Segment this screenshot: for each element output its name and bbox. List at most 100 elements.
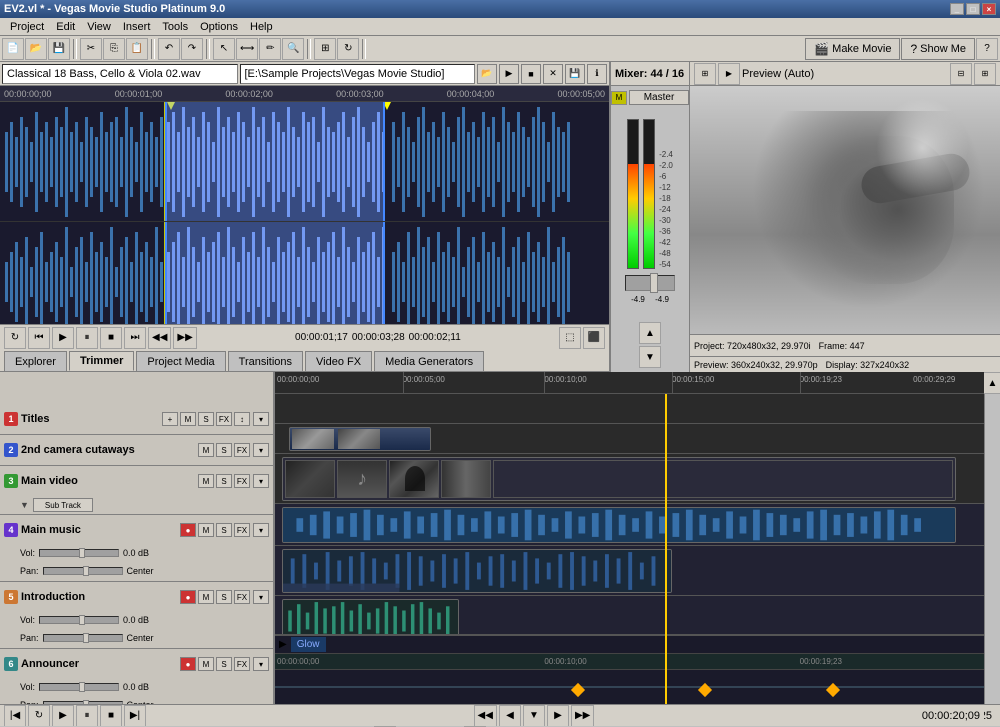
waveform-track-1[interactable] xyxy=(0,102,609,222)
bb-next[interactable]: ▶| xyxy=(124,705,146,727)
track-4-pan-slider[interactable] xyxy=(43,567,123,575)
track-2-menu[interactable]: ▾ xyxy=(253,443,269,457)
preview-full-btn[interactable]: ⊞ xyxy=(974,63,996,85)
file-close-btn[interactable]: ✕ xyxy=(543,64,563,84)
scroll-up-btn[interactable]: ▲ xyxy=(982,372,1000,394)
trim-mark-in[interactable]: ⬚ xyxy=(559,327,581,349)
nav-btn-1[interactable]: ◀◀ xyxy=(474,705,497,727)
track-5-menu[interactable]: ▾ xyxy=(253,590,269,604)
track-4-mute[interactable]: M xyxy=(198,523,214,537)
bb-pause[interactable]: ⏸ xyxy=(76,705,98,727)
project-path-input[interactable] xyxy=(240,64,476,84)
clip-3a[interactable]: ♪ xyxy=(282,457,956,501)
waveform-track-2[interactable] xyxy=(0,222,609,324)
track-6-solo[interactable]: S xyxy=(216,657,232,671)
help-button[interactable]: ? xyxy=(976,38,998,60)
tool-snap[interactable]: ⊞ xyxy=(314,38,336,60)
tab-video-fx[interactable]: Video FX xyxy=(305,351,372,371)
maximize-button[interactable]: □ xyxy=(966,3,980,15)
track-2-solo[interactable]: S xyxy=(216,443,232,457)
trim-prev-btn[interactable]: ⏮ xyxy=(28,327,50,349)
redo-button[interactable]: ↷ xyxy=(181,38,203,60)
window-controls[interactable]: _ □ × xyxy=(950,3,996,15)
track-6-menu[interactable]: ▾ xyxy=(253,657,269,671)
track-5-pan-slider[interactable] xyxy=(43,634,123,642)
tool-loop[interactable]: ↻ xyxy=(337,38,359,60)
trim-mark-out[interactable]: ⬛ xyxy=(583,327,605,349)
track-4-rec[interactable]: ● xyxy=(180,523,196,537)
track-5-mute[interactable]: M xyxy=(198,590,214,604)
file-play-btn[interactable]: ▶ xyxy=(499,64,519,84)
show-me-button[interactable]: ? Show Me xyxy=(901,38,975,60)
clip-5a[interactable] xyxy=(282,549,672,593)
trim-loop-btn[interactable]: ↻ xyxy=(4,327,26,349)
track-1-mute[interactable]: M xyxy=(180,412,196,426)
nav-btn-4[interactable]: ▶ xyxy=(547,705,569,727)
track-3-mute[interactable]: M xyxy=(198,474,214,488)
menu-insert[interactable]: Insert xyxy=(117,18,157,35)
copy-button[interactable]: ⎘ xyxy=(103,38,125,60)
bb-loop[interactable]: ↻ xyxy=(28,705,50,727)
minimize-button[interactable]: _ xyxy=(950,3,964,15)
tab-explorer[interactable]: Explorer xyxy=(4,351,67,371)
bb-stop[interactable]: ■ xyxy=(100,705,122,727)
file-info-btn[interactable]: ℹ xyxy=(587,64,607,84)
trim-back-btn[interactable]: ◀◀ xyxy=(148,327,171,349)
trim-fwd-btn[interactable]: ▶▶ xyxy=(173,327,196,349)
nav-btn-2[interactable]: ◀ xyxy=(499,705,521,727)
menu-help[interactable]: Help xyxy=(244,18,279,35)
trim-play-btn[interactable]: ▶ xyxy=(52,327,74,349)
track-4-menu[interactable]: ▾ xyxy=(253,523,269,537)
track-3-solo[interactable]: S xyxy=(216,474,232,488)
file-stop-btn[interactable]: ■ xyxy=(521,64,541,84)
track-5-fx[interactable]: FX xyxy=(234,590,250,604)
track-4-vol-slider[interactable] xyxy=(39,549,119,557)
make-movie-button[interactable]: 🎬 Make Movie xyxy=(805,38,900,60)
tab-transitions[interactable]: Transitions xyxy=(228,351,303,371)
track-3-fx[interactable]: FX xyxy=(234,474,250,488)
file-save-btn[interactable]: 💾 xyxy=(565,64,585,84)
track-5-vol-slider[interactable] xyxy=(39,616,119,624)
tab-media-generators[interactable]: Media Generators xyxy=(374,351,484,371)
new-button[interactable]: 📄 xyxy=(2,38,24,60)
trim-stop-btn[interactable]: ■ xyxy=(100,327,122,349)
track-3-menu[interactable]: ▾ xyxy=(253,474,269,488)
track-4-fx[interactable]: FX xyxy=(234,523,250,537)
tab-project-media[interactable]: Project Media xyxy=(136,351,225,371)
cut-button[interactable]: ✂ xyxy=(80,38,102,60)
undo-button[interactable]: ↶ xyxy=(158,38,180,60)
paste-button[interactable]: 📋 xyxy=(126,38,148,60)
tab-trimmer[interactable]: Trimmer xyxy=(69,351,134,371)
track-6-vol-slider[interactable] xyxy=(39,683,119,691)
filepath-input[interactable] xyxy=(2,64,238,84)
tool-trim[interactable]: ⟷ xyxy=(236,38,258,60)
trim-pause-btn[interactable]: ⏸ xyxy=(76,327,98,349)
menu-options[interactable]: Options xyxy=(194,18,244,35)
mixer-fader[interactable] xyxy=(625,275,675,291)
track-1-motion[interactable]: ↕ xyxy=(234,412,250,426)
clip-2a[interactable] xyxy=(289,427,431,451)
track-5-solo[interactable]: S xyxy=(216,590,232,604)
track-4-solo[interactable]: S xyxy=(216,523,232,537)
track-1-expand[interactable]: + xyxy=(162,412,178,426)
track-2-mute[interactable]: M xyxy=(198,443,214,457)
track-5-rec[interactable]: ● xyxy=(180,590,196,604)
nav-btn-5[interactable]: ▶▶ xyxy=(571,705,594,727)
track-1-menu[interactable]: ▾ xyxy=(253,412,269,426)
mixer-scroll-down[interactable]: ▼ xyxy=(639,346,661,368)
preview-tool-2[interactable]: ▶ xyxy=(718,63,740,85)
menu-project[interactable]: Project xyxy=(4,18,50,35)
tool-zoom[interactable]: 🔍 xyxy=(282,38,304,60)
mixer-mute-btn[interactable]: M xyxy=(611,91,627,105)
glow-keyframe-track[interactable] xyxy=(275,670,984,704)
track-6-fx[interactable]: FX xyxy=(234,657,250,671)
tool-draw[interactable]: ✏ xyxy=(259,38,281,60)
tool-select[interactable]: ↖ xyxy=(213,38,235,60)
save-button[interactable]: 💾 xyxy=(48,38,70,60)
preview-tool-1[interactable]: ⊞ xyxy=(694,63,716,85)
track-1-fx[interactable]: FX xyxy=(216,412,232,426)
track-2-fx[interactable]: FX xyxy=(234,443,250,457)
bb-prev[interactable]: |◀ xyxy=(4,705,26,727)
track-1-solo[interactable]: S xyxy=(198,412,214,426)
file-open-btn[interactable]: 📂 xyxy=(477,64,497,84)
